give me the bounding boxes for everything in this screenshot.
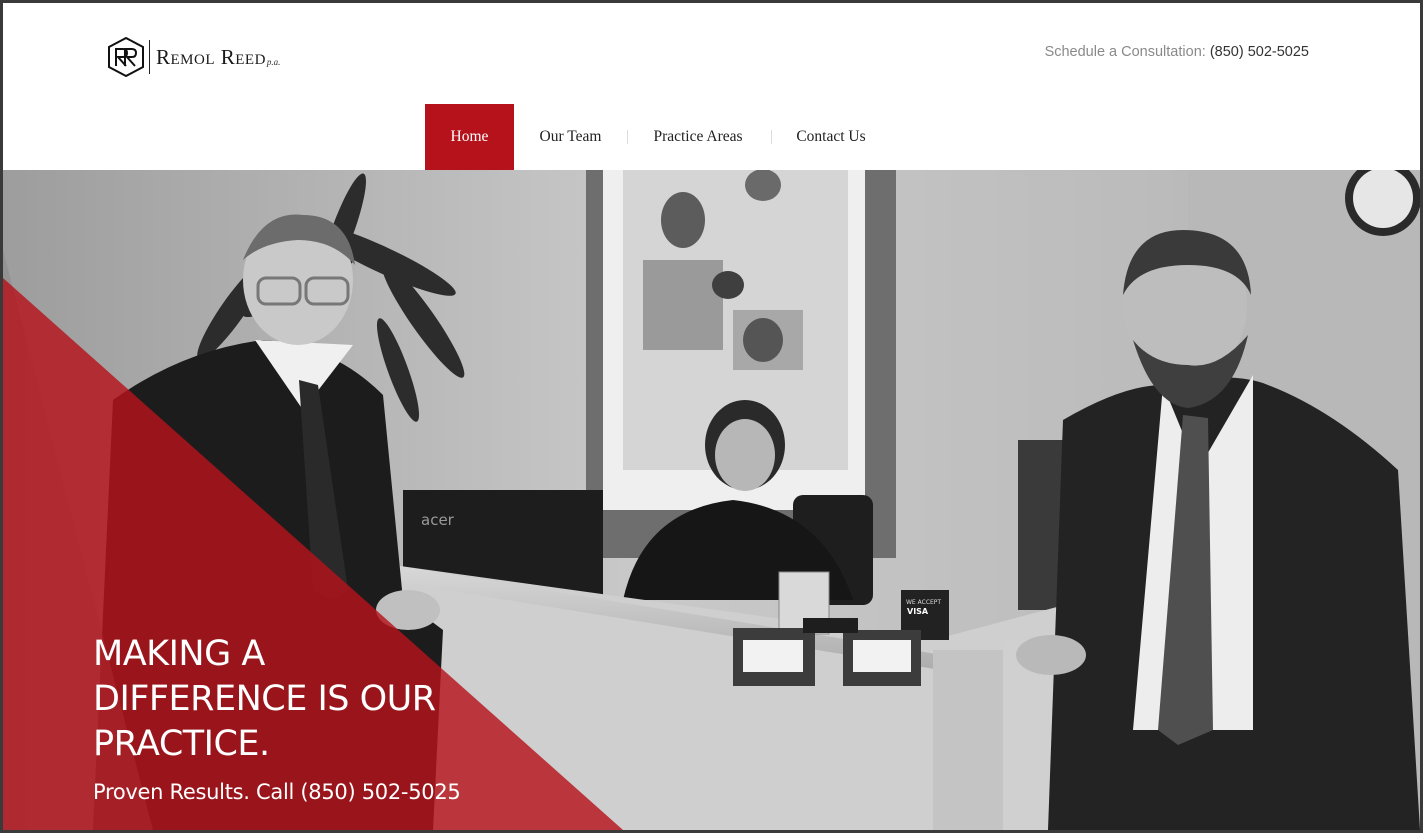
hero-subline: Proven Results. Call (850) 502-5025 xyxy=(93,780,461,804)
consult-label: Schedule a Consultation: xyxy=(1044,44,1206,60)
card-sign-label: WE ACCEPT xyxy=(906,599,941,606)
consultation-cta: Schedule a Consultation: (850) 502-5025 xyxy=(1045,44,1309,60)
hero-headline: MAKING A DIFFERENCE IS OUR PRACTICE. xyxy=(93,632,473,767)
logo-mark-icon xyxy=(108,37,144,77)
logo-divider xyxy=(149,40,150,74)
nav-home[interactable]: Home xyxy=(425,104,514,170)
nav-practice-areas[interactable]: Practice Areas xyxy=(639,104,757,170)
consult-phone-link[interactable]: (850) 502-5025 xyxy=(1210,44,1309,60)
browser-frame: Remol Reed p.a. Schedule a Consultation:… xyxy=(3,3,1420,830)
main-nav: Home Our Team Practice Areas Contact Us xyxy=(3,104,1420,170)
nav-separator xyxy=(771,130,772,144)
hero-banner: acer WE ACCEPT VISA MAKING A DIFFERENCE … xyxy=(3,170,1420,830)
logo[interactable]: Remol Reed p.a. xyxy=(107,36,280,78)
hero-headline-line-1: MAKING A xyxy=(93,634,265,674)
hero-headline-line-2: DIFFERENCE IS OUR xyxy=(93,679,436,719)
logo-suffix: p.a. xyxy=(266,57,281,67)
hero-headline-line-3: PRACTICE. xyxy=(93,724,270,764)
logo-wordmark: Remol Reed xyxy=(156,44,266,69)
card-sign-brand: VISA xyxy=(907,607,929,616)
nav-our-team[interactable]: Our Team xyxy=(526,104,615,170)
monitor-brand-label: acer xyxy=(421,511,455,529)
nav-contact-us[interactable]: Contact Us xyxy=(783,104,879,170)
site-header: Remol Reed p.a. Schedule a Consultation:… xyxy=(3,3,1420,105)
nav-separator xyxy=(627,130,628,144)
